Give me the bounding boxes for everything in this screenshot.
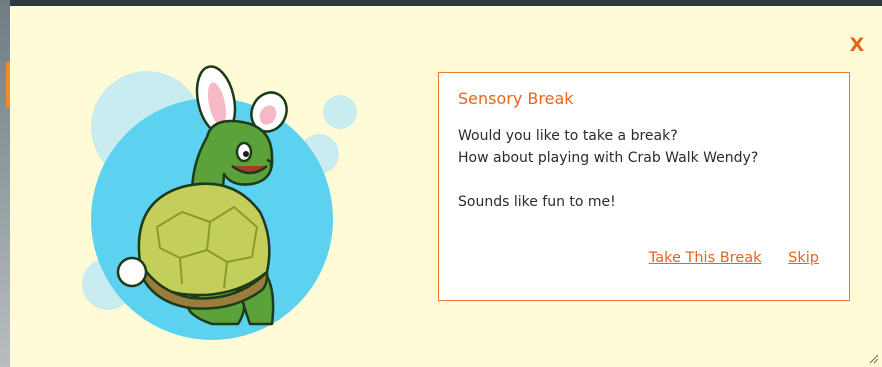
message-line: How about playing with Crab Walk Wendy? bbox=[458, 150, 759, 166]
message-line: Sounds like fun to me! bbox=[458, 194, 616, 210]
close-button[interactable]: X bbox=[846, 34, 868, 56]
dialog-message: Would you like to take a break? How abou… bbox=[458, 125, 758, 213]
sensory-break-dialog: Sensory Break Would you like to take a b… bbox=[438, 72, 850, 301]
message-line bbox=[458, 169, 758, 191]
resize-grip-icon[interactable] bbox=[869, 354, 879, 364]
turtle-bunny-ears-icon bbox=[82, 65, 357, 340]
take-break-link[interactable]: Take This Break bbox=[649, 250, 762, 266]
window-edge bbox=[0, 0, 10, 367]
message-line: Would you like to take a break? bbox=[458, 128, 678, 144]
dialog-title: Sensory Break bbox=[458, 89, 574, 108]
dialog-actions: Take This Break Skip bbox=[627, 250, 819, 266]
skip-link[interactable]: Skip bbox=[788, 250, 819, 266]
